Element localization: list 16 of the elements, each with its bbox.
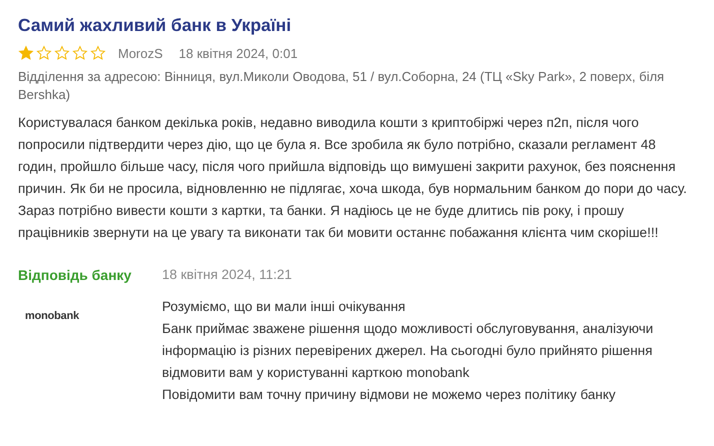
reply-paragraph: Банк приймає зважене рішення щодо можливості обслуговування, аналізуючи інформацію із різних перевірених джерел. На сьогодні було прийнято рішення відмовити вам у користуванні карткою monobank: [162, 320, 654, 382]
bank-logo: monobank: [25, 310, 80, 322]
reply-label: Відповідь банку: [18, 266, 132, 285]
review-date: 18 квітня 2024, 0:01: [178, 46, 298, 60]
reply-date: 18 квітня 2024, 11:21: [162, 266, 293, 284]
review-title: Самий жахливий банк в Україні: [18, 14, 292, 36]
empty-star-icon: [36, 45, 52, 61]
review-text: Користувалася банком декілька років, недавно виводила кошти з криптобіржі через п2п, після чого попросили підтвердити через дію, що це була я. Все зробила як було потрібно, сказали регламент 48 годин, пройшло більше часу, після чого прийшла відповідь що вимушені закрити рахунок, без пояснення причин. Як би не просила, відновленню не підлягає, хоча шкода, був нормальним банком до пори до часу. Зараз потрібно вивести кошти з картки, та банки. Я надіюсь це не буде длитись пів року, і прошу працівників звернути на це увагу та виконати так би мовити останнє побажання клієнта чим скоріше!!!: [18, 114, 688, 242]
branch-address: Відділення за адресою: Вінниця, вул.Миколи Оводова, 51 / вул.Соборна, 24 (ТЦ «Sky Park», 2 поверх, біля Bershka): [18, 68, 666, 104]
empty-star-icon: [72, 45, 88, 61]
filled-star-icon: [18, 45, 34, 61]
reply-paragraph: Повідомити вам точну причину відмови не можемо через політику банку: [162, 386, 617, 404]
empty-star-icon: [90, 45, 106, 61]
reply-paragraph: Розуміємо, що ви мали інші очікування: [162, 298, 406, 316]
author-name: MorozS: [118, 46, 163, 60]
empty-star-icon: [54, 45, 70, 61]
